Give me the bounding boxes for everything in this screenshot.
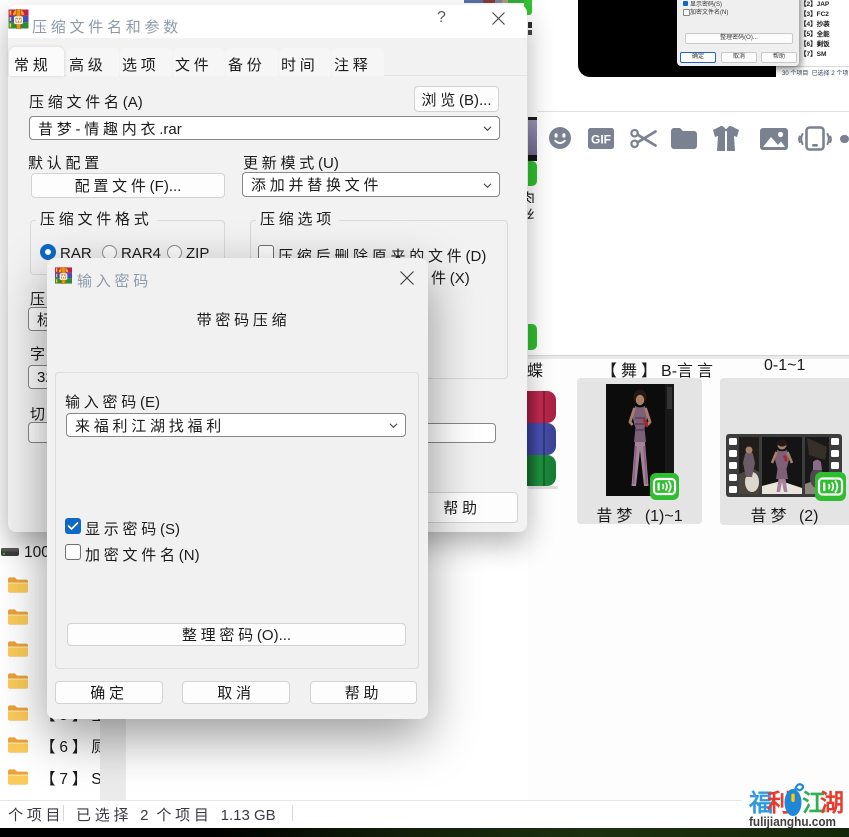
svg-text:fulijianghu.com: fulijianghu.com (749, 814, 836, 828)
svg-text:湖: 湖 (820, 790, 844, 817)
svg-text:GIF: GIF (591, 133, 611, 147)
